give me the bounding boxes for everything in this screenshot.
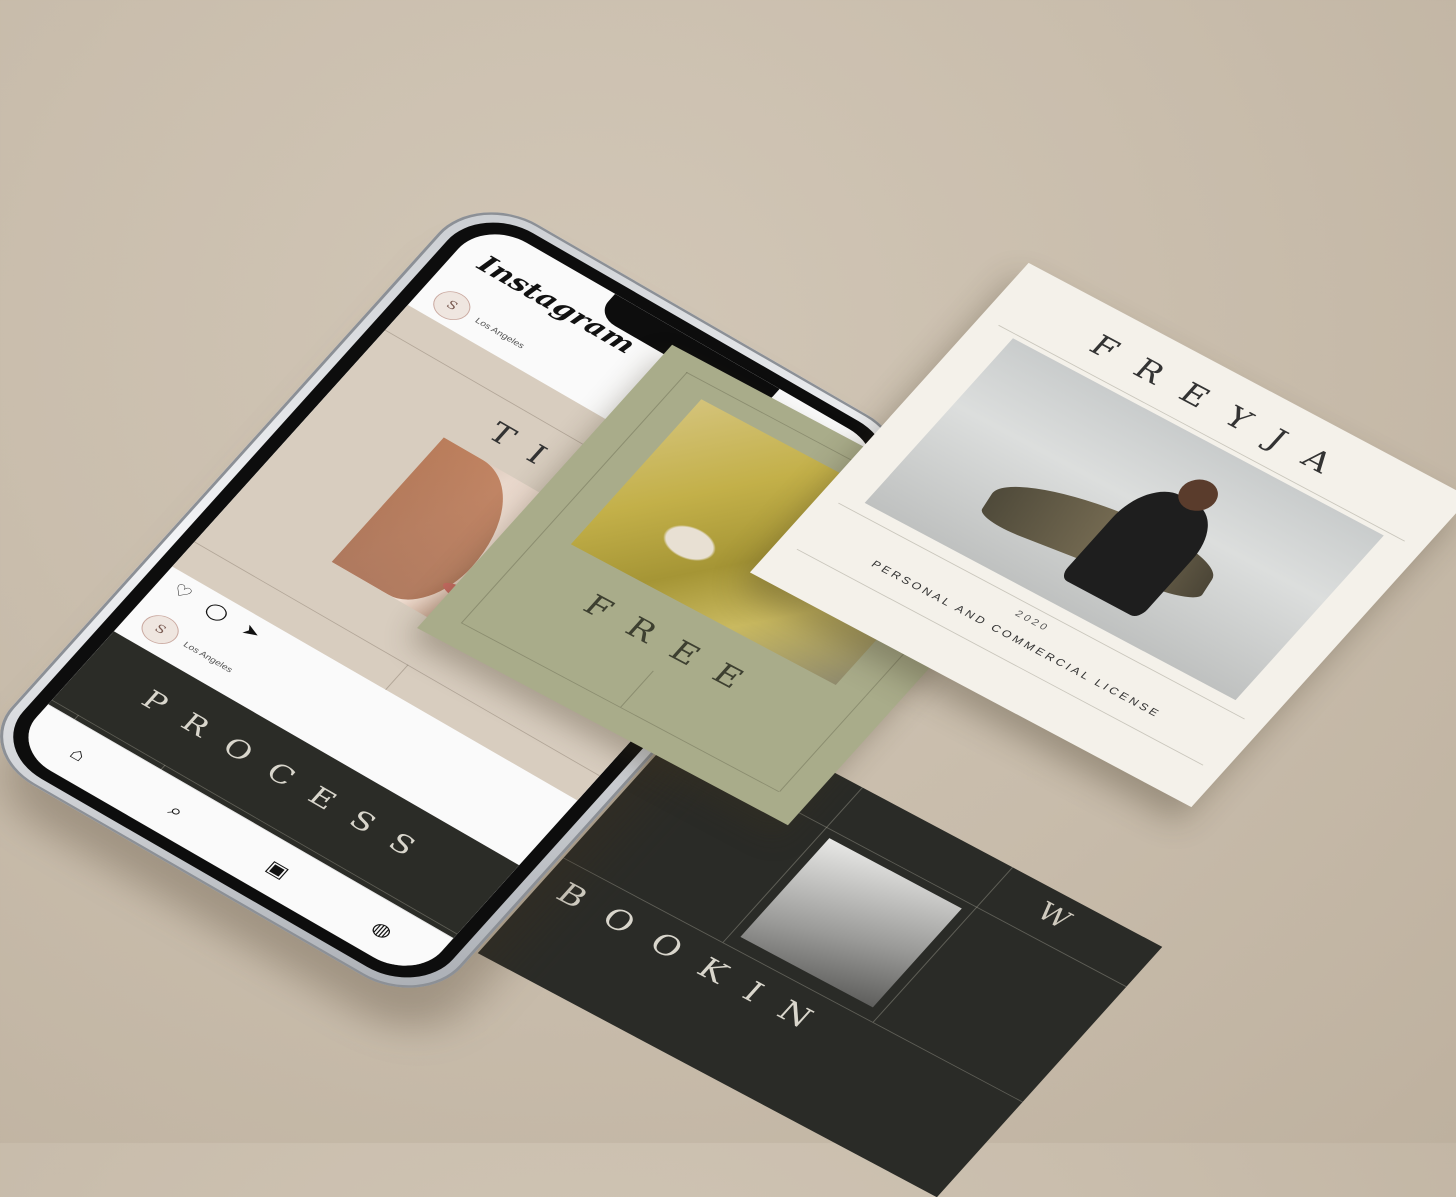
mockup-scene: W BOOKIN Instagram ⊞ ♡ ➤ — [0, 0, 1456, 1197]
avatar[interactable]: S — [134, 609, 186, 650]
booking-top-letter: W — [1029, 897, 1078, 935]
grid-line — [51, 699, 458, 935]
post-location[interactable]: Los Angeles — [473, 316, 526, 350]
search-icon[interactable]: ⌕ — [163, 800, 189, 822]
booking-photo — [740, 838, 962, 1008]
like-icon[interactable]: ♡ — [168, 579, 198, 604]
grid-line — [385, 664, 409, 690]
grid-line — [620, 670, 654, 708]
home-icon[interactable]: ⌂ — [65, 743, 91, 766]
share-icon[interactable]: ➤ — [237, 620, 266, 644]
post-meta: Los Angeles — [473, 316, 526, 350]
shop-icon[interactable]: ◍ — [366, 917, 398, 943]
comment-icon[interactable]: ◯ — [200, 598, 233, 625]
reels-icon[interactable]: ▣ — [261, 856, 294, 883]
post-location[interactable]: Los Angeles — [181, 640, 234, 674]
post-meta: Los Angeles — [181, 640, 234, 674]
